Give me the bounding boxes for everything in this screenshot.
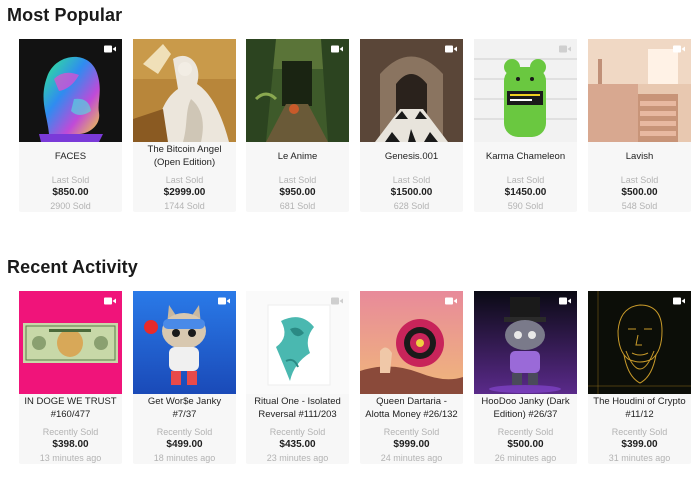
sold-time: 31 minutes ago — [608, 453, 671, 463]
nft-thumbnail[interactable] — [133, 39, 236, 142]
nft-price: $950.00 — [279, 187, 316, 198]
sold-time: 26 minutes ago — [494, 453, 557, 463]
last-sold-label: Last Sold — [165, 175, 204, 185]
nft-card-le-anime[interactable]: Le Anime Last Sold $950.00 681 Sold — [246, 39, 349, 212]
most-popular-heading: Most Popular — [7, 5, 123, 25]
nft-price: $1450.00 — [504, 187, 547, 198]
genesis-artwork — [360, 39, 463, 142]
janky-artwork — [133, 291, 236, 394]
faces-artwork — [19, 39, 122, 142]
sold-count: 1744 Sold — [164, 201, 205, 211]
sold-time: 24 minutes ago — [380, 453, 443, 463]
last-sold-label: Last Sold — [278, 175, 317, 185]
video-camera-icon — [218, 297, 230, 305]
nft-title[interactable]: Lavish — [588, 142, 691, 170]
nft-price: $850.00 — [52, 187, 89, 198]
nft-thumbnail[interactable] — [588, 291, 691, 394]
nft-price: $500.00 — [507, 439, 544, 450]
video-camera-icon — [445, 45, 457, 53]
nft-title[interactable]: Le Anime — [246, 142, 349, 170]
last-sold-label: Last Sold — [392, 175, 431, 185]
karma-chameleon-artwork — [474, 39, 577, 142]
nft-thumbnail[interactable] — [19, 39, 122, 142]
nft-title[interactable]: Ritual One - Isolated Reversal #111/203 — [246, 394, 349, 422]
nft-card-ritual-one[interactable]: Ritual One - Isolated Reversal #111/203 … — [246, 291, 349, 464]
video-camera-icon — [331, 45, 343, 53]
nft-title[interactable]: Karma Chameleon — [474, 142, 577, 170]
ritual-one-artwork — [246, 291, 349, 394]
bitcoin-angel-artwork — [133, 39, 236, 142]
nft-card-get-worse-janky[interactable]: Get Wor$e Janky #7/37 Recently Sold $499… — [133, 291, 236, 464]
sold-time: 13 minutes ago — [39, 453, 102, 463]
sold-count: 2900 Sold — [50, 201, 91, 211]
video-camera-icon — [673, 297, 685, 305]
last-sold-label: Last Sold — [506, 175, 545, 185]
sold-time: 23 minutes ago — [266, 453, 329, 463]
nft-card-hoodoo-janky[interactable]: HooDoo Janky (Dark Edition) #26/37 Recen… — [474, 291, 577, 464]
nft-price: $399.00 — [621, 439, 658, 450]
nft-price: $999.00 — [393, 439, 430, 450]
nft-title[interactable]: Queen Dartaria - Alotta Money #26/132 — [360, 394, 463, 422]
video-camera-icon — [559, 45, 571, 53]
le-anime-artwork — [246, 39, 349, 142]
nft-title[interactable]: Genesis.001 — [360, 142, 463, 170]
queen-dartaria-artwork — [360, 291, 463, 394]
video-camera-icon — [559, 297, 571, 305]
sold-time: 18 minutes ago — [153, 453, 216, 463]
doge-artwork — [19, 291, 122, 394]
nft-title[interactable]: FACES — [19, 142, 122, 170]
nft-title[interactable]: The Bitcoin Angel (Open Edition) — [133, 142, 236, 170]
nft-card-lavish[interactable]: Lavish Last Sold $500.00 548 Sold — [588, 39, 691, 212]
nft-price: $499.00 — [166, 439, 203, 450]
sold-count: 628 Sold — [393, 201, 430, 211]
sold-count: 681 Sold — [279, 201, 316, 211]
nft-price: $500.00 — [621, 187, 658, 198]
nft-thumbnail[interactable] — [360, 291, 463, 394]
nft-thumbnail[interactable] — [360, 39, 463, 142]
nft-thumbnail[interactable] — [474, 291, 577, 394]
recent-activity-heading: Recent Activity — [7, 257, 138, 277]
nft-card-in-doge-we-trust[interactable]: IN DOGE WE TRUST #160/477 Recently Sold … — [19, 291, 122, 464]
nft-card-bitcoin-angel[interactable]: The Bitcoin Angel (Open Edition) Last So… — [133, 39, 236, 212]
last-sold-label: Last Sold — [51, 175, 90, 185]
nft-card-faces[interactable]: FACES Last Sold $850.00 2900 Sold — [19, 39, 122, 212]
nft-thumbnail[interactable] — [246, 291, 349, 394]
recently-sold-label: Recently Sold — [269, 427, 326, 437]
lavish-artwork — [588, 39, 691, 142]
nft-thumbnail[interactable] — [133, 291, 236, 394]
last-sold-label: Last Sold — [620, 175, 659, 185]
video-camera-icon — [104, 45, 116, 53]
sold-count: 548 Sold — [621, 201, 658, 211]
hoodoo-janky-artwork — [474, 291, 577, 394]
nft-card-houdini-of-crypto[interactable]: The Houdini of Crypto #11/12 Recently So… — [588, 291, 691, 464]
nft-thumbnail[interactable] — [19, 291, 122, 394]
recently-sold-label: Recently Sold — [156, 427, 213, 437]
nft-price: $1500.00 — [390, 187, 433, 198]
nft-price: $435.00 — [279, 439, 316, 450]
video-camera-icon — [331, 297, 343, 305]
sold-count: 590 Sold — [507, 201, 544, 211]
houdini-artwork — [588, 291, 691, 394]
nft-price: $2999.00 — [163, 187, 206, 198]
nft-title[interactable]: The Houdini of Crypto #11/12 — [588, 394, 691, 422]
video-camera-icon — [445, 297, 457, 305]
nft-thumbnail[interactable] — [588, 39, 691, 142]
nft-title[interactable]: IN DOGE WE TRUST #160/477 — [19, 394, 122, 422]
recently-sold-label: Recently Sold — [497, 427, 554, 437]
nft-title[interactable]: Get Wor$e Janky #7/37 — [133, 394, 236, 422]
nft-card-karma-chameleon[interactable]: Karma Chameleon Last Sold $1450.00 590 S… — [474, 39, 577, 212]
recently-sold-label: Recently Sold — [611, 427, 668, 437]
nft-thumbnail[interactable] — [474, 39, 577, 142]
nft-thumbnail[interactable] — [246, 39, 349, 142]
video-camera-icon — [104, 297, 116, 305]
nft-title[interactable]: HooDoo Janky (Dark Edition) #26/37 — [474, 394, 577, 422]
nft-card-genesis-001[interactable]: Genesis.001 Last Sold $1500.00 628 Sold — [360, 39, 463, 212]
nft-price: $398.00 — [52, 439, 89, 450]
nft-card-queen-dartaria[interactable]: Queen Dartaria - Alotta Money #26/132 Re… — [360, 291, 463, 464]
video-camera-icon — [673, 45, 685, 53]
recently-sold-label: Recently Sold — [42, 427, 99, 437]
recently-sold-label: Recently Sold — [383, 427, 440, 437]
